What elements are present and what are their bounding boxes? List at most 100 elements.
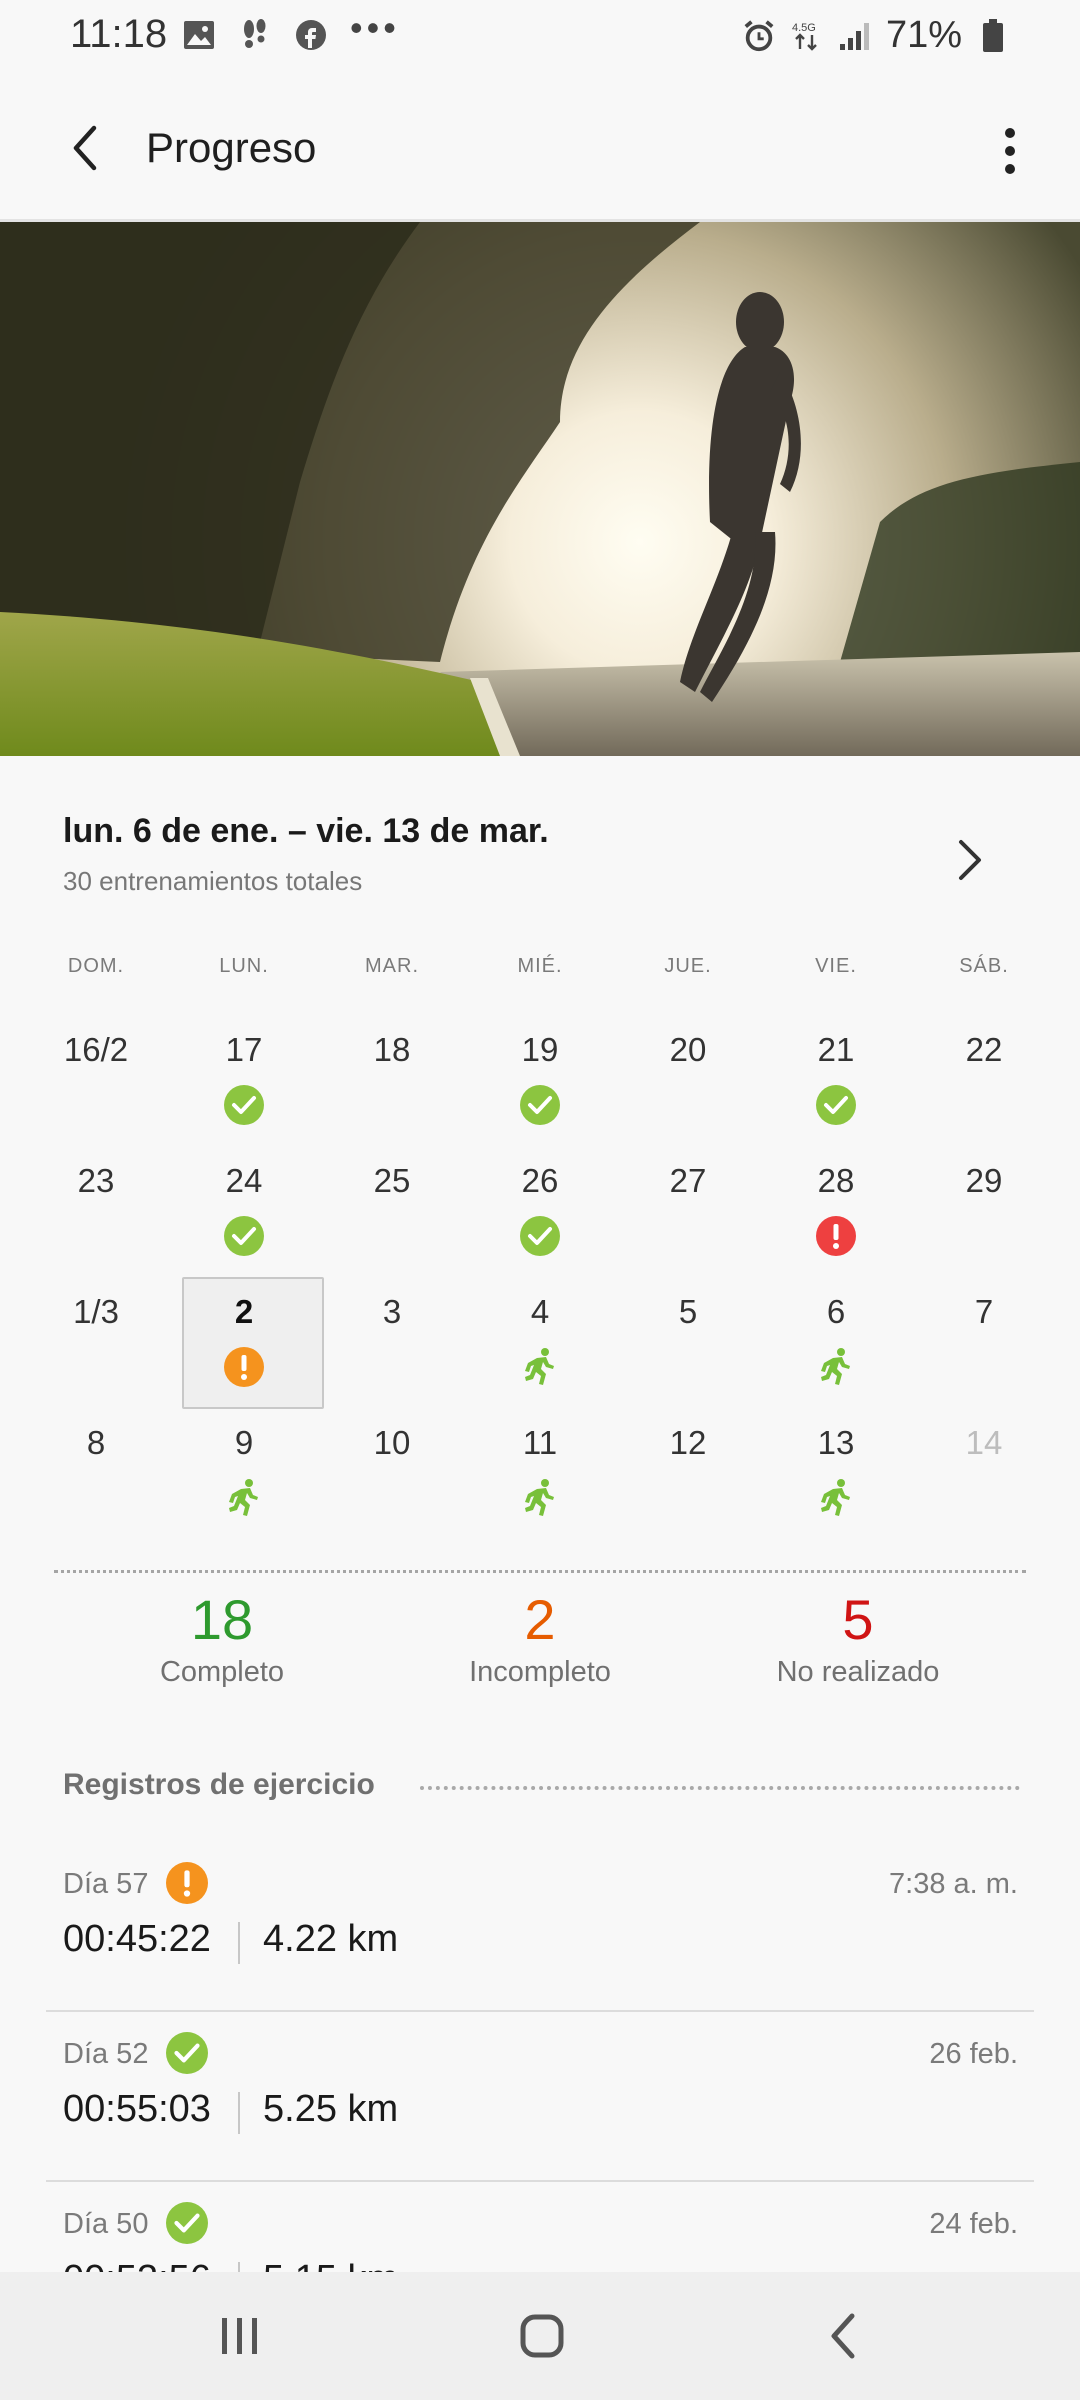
- calendar-day[interactable]: 17: [170, 975, 318, 1125]
- more-vertical-icon: [1005, 128, 1015, 174]
- day-number: 14: [965, 1424, 1003, 1461]
- calendar-day[interactable]: 2: [170, 1237, 324, 1409]
- more-notifications-icon: •••: [350, 7, 400, 48]
- chevron-right-icon: [959, 840, 981, 880]
- facebook-icon: [294, 18, 328, 52]
- calendar-week: 23 24 25 26 27 28 29: [22, 1106, 1058, 1256]
- calendar-week: 1/3 2 3 4 5 6 7: [22, 1237, 1058, 1409]
- screen: 11:18 ••• 4.5G 71% Progreso lun. 6 de en…: [0, 0, 1080, 2400]
- stat-value: 5: [842, 1588, 874, 1651]
- calendar-day[interactable]: 8: [22, 1368, 170, 1499]
- calendar-day[interactable]: 14: [910, 1368, 1058, 1499]
- day-number: 7: [974, 1293, 994, 1330]
- more-options-button[interactable]: [980, 116, 1040, 186]
- day-number: 2: [234, 1293, 254, 1330]
- battery-icon: [976, 18, 1010, 53]
- running-icon: [224, 1478, 264, 1518]
- calendar-day[interactable]: 10: [318, 1368, 466, 1499]
- calendar-day[interactable]: 11: [466, 1368, 614, 1516]
- calendar-day[interactable]: 21: [762, 975, 910, 1125]
- day-number: 6: [826, 1293, 846, 1330]
- record-item[interactable]: Día 57 7:38 a. m. 00:45:22 4.22 km: [46, 1842, 1034, 2012]
- calendar-day[interactable]: 22: [910, 975, 1058, 1106]
- calendar-day[interactable]: 19: [466, 975, 614, 1125]
- day-number: 16/2: [63, 1031, 129, 1068]
- record-date: 26 feb.: [929, 2038, 1018, 2070]
- day-number: 11: [522, 1424, 558, 1461]
- day-number: 13: [817, 1424, 855, 1461]
- calendar-day[interactable]: 28: [762, 1106, 910, 1256]
- total-workouts: 30 entrenamientos totales: [63, 866, 363, 896]
- day-number: 12: [669, 1424, 707, 1461]
- calendar-day[interactable]: 12: [614, 1368, 762, 1499]
- back-arrow-icon: [831, 2313, 855, 2359]
- date-range-title: lun. 6 de ene. – vie. 13 de mar.: [63, 812, 549, 850]
- incomplete-icon: [166, 1862, 208, 1904]
- day-number: 4: [530, 1293, 550, 1330]
- day-number: 23: [77, 1162, 115, 1199]
- day-number: 3: [382, 1293, 402, 1330]
- stats-summary: 18 Completo 2 Incompleto 5 No realizado: [0, 1588, 1080, 1698]
- chevron-left-icon: [73, 125, 97, 171]
- complete-icon: [166, 2032, 208, 2074]
- record-distance: 5.25 km: [263, 2088, 399, 2130]
- network-type-icon: 4.5G: [790, 19, 824, 53]
- range-details-button[interactable]: [940, 830, 1000, 890]
- calendar-week: 16/2 17 18 19 20 21 22: [22, 975, 1058, 1125]
- alarm-icon: [742, 19, 776, 53]
- network-type-label: 4.5G: [792, 22, 816, 34]
- day-number: 20: [669, 1031, 707, 1068]
- calendar-day[interactable]: 20: [614, 975, 762, 1106]
- calendar-day[interactable]: 5: [614, 1237, 762, 1368]
- day-number: 5: [678, 1293, 698, 1330]
- footsteps-icon: [238, 18, 272, 52]
- calendar-day[interactable]: 25: [318, 1106, 466, 1237]
- calendar-day[interactable]: 3: [318, 1237, 466, 1368]
- calendar-day[interactable]: 18: [318, 975, 466, 1106]
- recent-apps-icon: [222, 2318, 257, 2354]
- calendar-day[interactable]: 1/3: [22, 1237, 170, 1368]
- record-date: 24 feb.: [929, 2208, 1018, 2240]
- day-number: 22: [965, 1031, 1003, 1068]
- back-button[interactable]: [58, 120, 114, 176]
- status-right: 4.5G 71%: [742, 14, 1010, 57]
- calendar-day[interactable]: 6: [762, 1237, 910, 1385]
- record-item[interactable]: Día 52 26 feb. 00:55:03 5.25 km: [46, 2012, 1034, 2182]
- day-number: 29: [965, 1162, 1003, 1199]
- status-time: 11:18: [70, 12, 168, 56]
- calendar-day[interactable]: 13: [762, 1368, 910, 1516]
- notification-icons: •••: [182, 7, 400, 52]
- calendar-day[interactable]: 7: [910, 1237, 1058, 1368]
- stat-label: No realizado: [776, 1656, 940, 1688]
- day-number: 28: [817, 1162, 855, 1199]
- calendar-day[interactable]: 27: [614, 1106, 762, 1237]
- nav-back-button[interactable]: [814, 2306, 874, 2366]
- recent-apps-button[interactable]: [210, 2306, 270, 2366]
- day-number: 25: [373, 1162, 411, 1199]
- day-number: 9: [234, 1424, 254, 1461]
- calendar-day[interactable]: 29: [910, 1106, 1058, 1237]
- day-number: 17: [225, 1031, 263, 1068]
- app-header: Progreso: [0, 76, 1080, 222]
- calendar-day[interactable]: 4: [466, 1237, 614, 1385]
- stat-missed: 5 No realizado: [698, 1588, 1018, 1689]
- calendar-day[interactable]: 24: [170, 1106, 318, 1256]
- page-title: Progreso: [146, 124, 317, 171]
- section-divider: [420, 1786, 1020, 1790]
- complete-icon: [166, 2202, 208, 2244]
- stat-complete: 18 Completo: [62, 1588, 382, 1689]
- day-number: 27: [669, 1162, 707, 1199]
- home-button[interactable]: [512, 2306, 572, 2366]
- signal-icon: [838, 19, 872, 53]
- calendar-day[interactable]: 23: [22, 1106, 170, 1237]
- status-bar: 11:18 ••• 4.5G 71%: [0, 0, 1080, 76]
- battery-percent: 71%: [885, 14, 962, 56]
- stat-value: 18: [190, 1588, 254, 1651]
- records-section-title: Registros de ejercicio: [63, 1768, 375, 1801]
- day-number: 1/3: [73, 1293, 119, 1330]
- calendar-day[interactable]: 16/2: [22, 975, 170, 1106]
- day-number: 10: [373, 1424, 411, 1461]
- calendar-day[interactable]: 26: [466, 1106, 614, 1256]
- separator: [238, 1922, 240, 1964]
- calendar-day[interactable]: 9: [170, 1368, 318, 1516]
